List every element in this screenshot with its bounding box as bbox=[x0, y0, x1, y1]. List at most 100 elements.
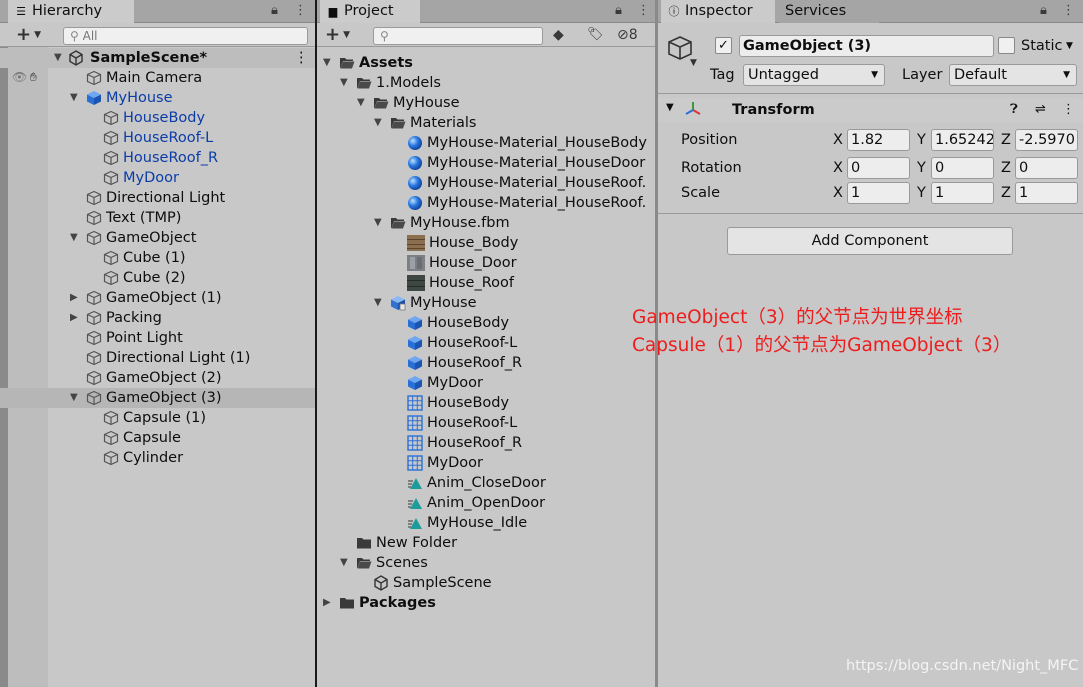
project-item[interactable]: MyDoor bbox=[317, 373, 655, 393]
project-item[interactable]: ▼ MyHouse.fbm bbox=[317, 213, 655, 233]
tab-services[interactable]: Services bbox=[779, 0, 879, 23]
project-item[interactable]: Anim_CloseDoor bbox=[317, 473, 655, 493]
scale-z-field[interactable]: 1 bbox=[1015, 182, 1078, 204]
hierarchy-item[interactable]: Directional Light (1) bbox=[0, 348, 315, 368]
hierarchy-item[interactable]: Capsule bbox=[0, 428, 315, 448]
expand-arrow-icon[interactable]: ▼ bbox=[70, 88, 78, 108]
hierarchy-item[interactable]: Text (TMP) bbox=[0, 208, 315, 228]
hierarchy-item[interactable]: Directional Light bbox=[0, 188, 315, 208]
hierarchy-item[interactable]: Cube (1) bbox=[0, 248, 315, 268]
filter-by-type-icon[interactable]: ◆ bbox=[553, 24, 564, 47]
hierarchy-search-field[interactable]: ⚲ bbox=[63, 27, 308, 45]
hierarchy-search-input[interactable] bbox=[82, 29, 163, 43]
hierarchy-item[interactable]: Cylinder bbox=[0, 448, 315, 468]
kebab-menu-icon[interactable]: ⋮ bbox=[1062, 0, 1075, 23]
scale-x-field[interactable]: 1 bbox=[847, 182, 910, 204]
expand-arrow-icon[interactable]: ▼ bbox=[374, 293, 382, 313]
project-item[interactable]: SampleScene bbox=[317, 573, 655, 593]
project-item[interactable]: HouseRoof_R bbox=[317, 433, 655, 453]
kebab-menu-icon[interactable]: ⋮ bbox=[294, 0, 307, 23]
project-item[interactable]: MyHouse-Material_HouseBody bbox=[317, 133, 655, 153]
lock-icon[interactable]: 🔒︎ bbox=[615, 0, 622, 23]
filter-by-label-icon[interactable]: 🏷︎ bbox=[587, 24, 604, 47]
rotation-y-axis-label[interactable]: Y bbox=[917, 157, 926, 179]
project-item[interactable]: ▼ Scenes bbox=[317, 553, 655, 573]
project-search-field[interactable]: ⚲ bbox=[373, 27, 543, 45]
hierarchy-item[interactable]: HouseRoof-L bbox=[0, 128, 315, 148]
pick-hand-icon[interactable]: ✋︎ bbox=[30, 70, 37, 85]
hierarchy-item[interactable]: HouseBody bbox=[0, 108, 315, 128]
expand-arrow-icon[interactable]: ▼ bbox=[70, 228, 78, 248]
hierarchy-item[interactable]: ▼ GameObject (3) bbox=[0, 388, 315, 408]
hierarchy-item[interactable]: HouseRoof_R bbox=[0, 148, 315, 168]
project-item[interactable]: MyDoor bbox=[317, 453, 655, 473]
collapsed-arrow-icon[interactable]: ▶ bbox=[70, 308, 78, 328]
project-item[interactable]: HouseBody bbox=[317, 393, 655, 413]
hierarchy-item[interactable]: ▼ GameObject bbox=[0, 228, 315, 248]
scene-menu-icon[interactable]: ⋮ bbox=[294, 48, 309, 68]
hierarchy-item[interactable]: Point Light bbox=[0, 328, 315, 348]
project-item[interactable]: ▼ Materials bbox=[317, 113, 655, 133]
hierarchy-item[interactable]: Capsule (1) bbox=[0, 408, 315, 428]
project-item[interactable]: MyHouse_Idle bbox=[317, 513, 655, 533]
rotation-y-field[interactable]: 0 bbox=[931, 157, 994, 179]
scene-row[interactable]: ▼ SampleScene* ⋮ bbox=[0, 48, 315, 68]
position-x-axis-label[interactable]: X bbox=[833, 129, 843, 151]
hierarchy-item[interactable]: Main Camera bbox=[0, 68, 315, 88]
project-item[interactable]: MyHouse-Material_HouseDoor bbox=[317, 153, 655, 173]
create-button[interactable]: + ▼ bbox=[16, 24, 41, 47]
tab-project[interactable]: ▆ Project bbox=[320, 0, 420, 23]
project-item[interactable]: ▶ Packages bbox=[317, 593, 655, 613]
project-item[interactable]: ▼ MyHouse bbox=[317, 293, 655, 313]
expand-arrow-icon[interactable]: ▼ bbox=[374, 113, 382, 133]
scale-y-axis-label[interactable]: Y bbox=[917, 182, 926, 204]
project-item[interactable]: House_Door bbox=[317, 253, 655, 273]
tab-hierarchy[interactable]: ☰ Hierarchy bbox=[8, 0, 134, 23]
expand-arrow-icon[interactable]: ▼ bbox=[340, 553, 348, 573]
project-item[interactable]: ▼ 1.Models bbox=[317, 73, 655, 93]
project-item[interactable]: MyHouse-Material_HouseRoof. bbox=[317, 173, 655, 193]
hierarchy-item[interactable]: ▶ Packing bbox=[0, 308, 315, 328]
collapsed-arrow-icon[interactable]: ▶ bbox=[323, 593, 331, 613]
icon-dropdown-caret[interactable]: ▼ bbox=[690, 58, 697, 68]
scale-z-axis-label[interactable]: Z bbox=[1001, 182, 1011, 204]
position-y-axis-label[interactable]: Y bbox=[917, 129, 926, 151]
position-y-field[interactable]: 1.65242 bbox=[931, 129, 994, 151]
eye-icon[interactable]: 👁︎ bbox=[12, 70, 27, 84]
project-item[interactable]: Anim_OpenDoor bbox=[317, 493, 655, 513]
project-item[interactable]: New Folder bbox=[317, 533, 655, 553]
rotation-z-axis-label[interactable]: Z bbox=[1001, 157, 1011, 179]
expand-arrow-icon[interactable]: ▼ bbox=[54, 48, 62, 68]
hierarchy-item[interactable]: GameObject (2) bbox=[0, 368, 315, 388]
project-item[interactable]: HouseRoof_R bbox=[317, 353, 655, 373]
tag-dropdown[interactable]: Untagged ▼ bbox=[743, 64, 885, 86]
project-item[interactable]: HouseRoof-L bbox=[317, 413, 655, 433]
rotation-z-field[interactable]: 0 bbox=[1015, 157, 1078, 179]
hierarchy-item[interactable]: Cube (2) bbox=[0, 268, 315, 288]
project-item[interactable]: HouseBody bbox=[317, 313, 655, 333]
lock-icon[interactable]: 🔒︎ bbox=[1040, 0, 1047, 23]
hierarchy-item[interactable]: ▼ MyHouse bbox=[0, 88, 315, 108]
project-item[interactable]: ▼ Assets bbox=[317, 53, 655, 73]
layer-dropdown[interactable]: Default ▼ bbox=[949, 64, 1077, 86]
lock-icon[interactable]: 🔒︎ bbox=[271, 0, 278, 23]
scale-y-field[interactable]: 1 bbox=[931, 182, 994, 204]
hierarchy-item[interactable]: MyDoor bbox=[0, 168, 315, 188]
expand-arrow-icon[interactable]: ▼ bbox=[357, 93, 365, 113]
static-checkbox[interactable] bbox=[998, 37, 1015, 54]
active-checkbox[interactable]: ✓ bbox=[715, 37, 732, 54]
create-button[interactable]: + ▼ bbox=[325, 24, 350, 47]
expand-arrow-icon[interactable]: ▼ bbox=[70, 388, 78, 408]
expand-arrow-icon[interactable]: ▼ bbox=[340, 73, 348, 93]
transform-header[interactable]: ▼ Transform ❓︎ ⇌ ⋮ bbox=[658, 98, 1083, 122]
expand-arrow-icon[interactable]: ▼ bbox=[323, 53, 331, 73]
component-menu-icon[interactable]: ⋮ bbox=[1062, 98, 1075, 122]
hidden-packages-icon[interactable]: ⊘8 bbox=[617, 24, 638, 47]
kebab-menu-icon[interactable]: ⋮ bbox=[637, 0, 650, 23]
position-z-axis-label[interactable]: Z bbox=[1001, 129, 1011, 151]
project-item[interactable]: House_Body bbox=[317, 233, 655, 253]
project-item[interactable]: HouseRoof-L bbox=[317, 333, 655, 353]
collapse-arrow-icon[interactable]: ▼ bbox=[666, 102, 674, 113]
project-item[interactable]: MyHouse-Material_HouseRoof. bbox=[317, 193, 655, 213]
position-x-field[interactable]: 1.82 bbox=[847, 129, 910, 151]
